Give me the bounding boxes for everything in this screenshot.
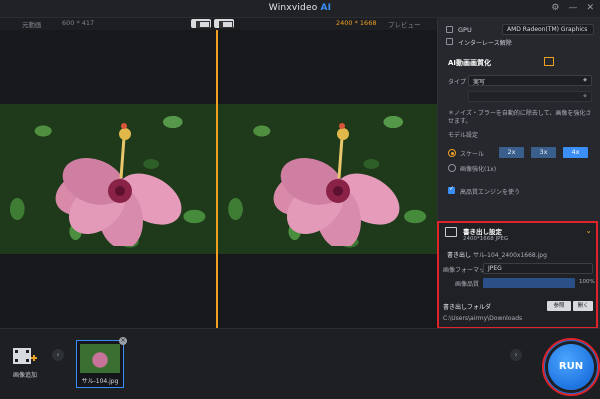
- bottom-bar: 画像追加 ‹ サル-104.jpg × ›: [0, 328, 600, 399]
- thumbnail-caption: サル-104.jpg: [81, 378, 119, 385]
- output-size: 2400 * 1668: [336, 19, 377, 27]
- minimize-icon[interactable]: —: [568, 3, 577, 13]
- run-button[interactable]: RUN: [548, 344, 594, 390]
- settings-icon[interactable]: ⚙: [551, 3, 559, 13]
- browse-button[interactable]: 参照: [547, 301, 571, 311]
- enhance-radio[interactable]: [448, 164, 456, 172]
- app-title: Winxvideo AI: [0, 3, 600, 13]
- scale-2x-button[interactable]: 2x: [499, 147, 524, 158]
- hq-engine-checkbox[interactable]: [448, 185, 455, 194]
- format-value: JPEG: [488, 265, 502, 272]
- filename-label: 書き出し: [447, 252, 472, 259]
- hibiscus-photo-preview: [273, 123, 400, 246]
- chevron-icon: ◆: [583, 93, 587, 99]
- type-label: タイプ: [448, 79, 467, 86]
- thumbnail-image: [80, 344, 120, 373]
- scale-3x-button[interactable]: 3x: [531, 147, 556, 158]
- open-folder-button[interactable]: 開く: [573, 301, 593, 311]
- view-toggle[interactable]: [191, 19, 234, 28]
- enhance-label: 画像強化(1x): [460, 166, 497, 173]
- quality-label: 画像品質: [455, 281, 480, 288]
- quality-value: 100%: [579, 279, 595, 285]
- export-title: 書き出し設定: [463, 228, 502, 236]
- scale-radio[interactable]: [448, 149, 456, 157]
- remove-icon[interactable]: ×: [119, 337, 127, 345]
- collapse-icon[interactable]: ⌄: [585, 226, 592, 235]
- preview-header: 元動画 600 * 417 2400 * 1668 プレビュー: [0, 18, 437, 30]
- close-icon[interactable]: ✕: [586, 3, 594, 13]
- deinterlace-label: インターレース解除: [458, 40, 512, 47]
- hq-engine-label: 高品質エンジンを使う: [460, 189, 521, 196]
- add-image-label: 画像追加: [12, 372, 37, 379]
- preview-label: プレビュー: [388, 21, 421, 29]
- gpu-label: GPU: [458, 26, 472, 34]
- export-settings-box: 書き出し設定 2400*1668 JPEG ⌄ 書き出し サル-104_2400…: [437, 221, 598, 329]
- folder-label: 書き出しフォルダ: [443, 304, 492, 311]
- film-add-icon: [13, 348, 37, 364]
- quality-slider[interactable]: [483, 278, 575, 288]
- hibiscus-photo-original: [55, 123, 182, 246]
- format-select[interactable]: JPEG: [483, 263, 593, 274]
- expand-icon[interactable]: [544, 57, 554, 66]
- deinterlace-checkbox[interactable]: [446, 38, 453, 45]
- ai-section-title: AI動画画質化: [448, 59, 492, 67]
- original-image: [0, 104, 216, 254]
- folder-path[interactable]: C:\Users\airmy\Downloads: [443, 315, 522, 322]
- model-settings-label: モデル設定: [448, 132, 479, 139]
- preview-area: [0, 30, 437, 328]
- scroll-left-icon[interactable]: ‹: [52, 349, 64, 361]
- scale-label: スケール: [460, 151, 485, 158]
- export-info: 2400*1668 JPEG: [463, 236, 509, 242]
- gpu-select[interactable]: AMD Radeon(TM) Graphics: [502, 24, 594, 35]
- gpu-selected: AMD Radeon(TM) Graphics: [507, 26, 588, 33]
- preview-image: [218, 104, 437, 254]
- title-bar: Winxvideo AI ⚙ — ✕: [0, 0, 600, 18]
- split-view-icon[interactable]: [191, 19, 211, 28]
- chevron-icon: ◆: [583, 77, 587, 83]
- filename-value[interactable]: サル-104_2400x1668.jpg: [473, 250, 547, 259]
- scale-4x-button[interactable]: 4x: [563, 147, 588, 158]
- gpu-checkbox[interactable]: [446, 26, 453, 33]
- original-size: 600 * 417: [62, 19, 95, 27]
- ai-description: ＊ノイズ・ブラーを自動的に除去して、画像を強化させます。: [448, 110, 592, 125]
- compare-view-icon[interactable]: [214, 19, 234, 28]
- original-label: 元動画: [22, 21, 42, 29]
- type-select[interactable]: 実写 ◆: [468, 75, 592, 86]
- app-name: Winxvideo: [268, 3, 318, 13]
- type-value: 実写: [473, 79, 486, 86]
- model-select[interactable]: ◆: [468, 91, 592, 102]
- add-image-button[interactable]: 画像追加: [9, 345, 41, 379]
- app-suffix: AI: [320, 3, 332, 13]
- scroll-right-icon[interactable]: ›: [510, 349, 522, 361]
- export-icon: [445, 227, 457, 237]
- image-thumbnail[interactable]: サル-104.jpg ×: [76, 337, 127, 388]
